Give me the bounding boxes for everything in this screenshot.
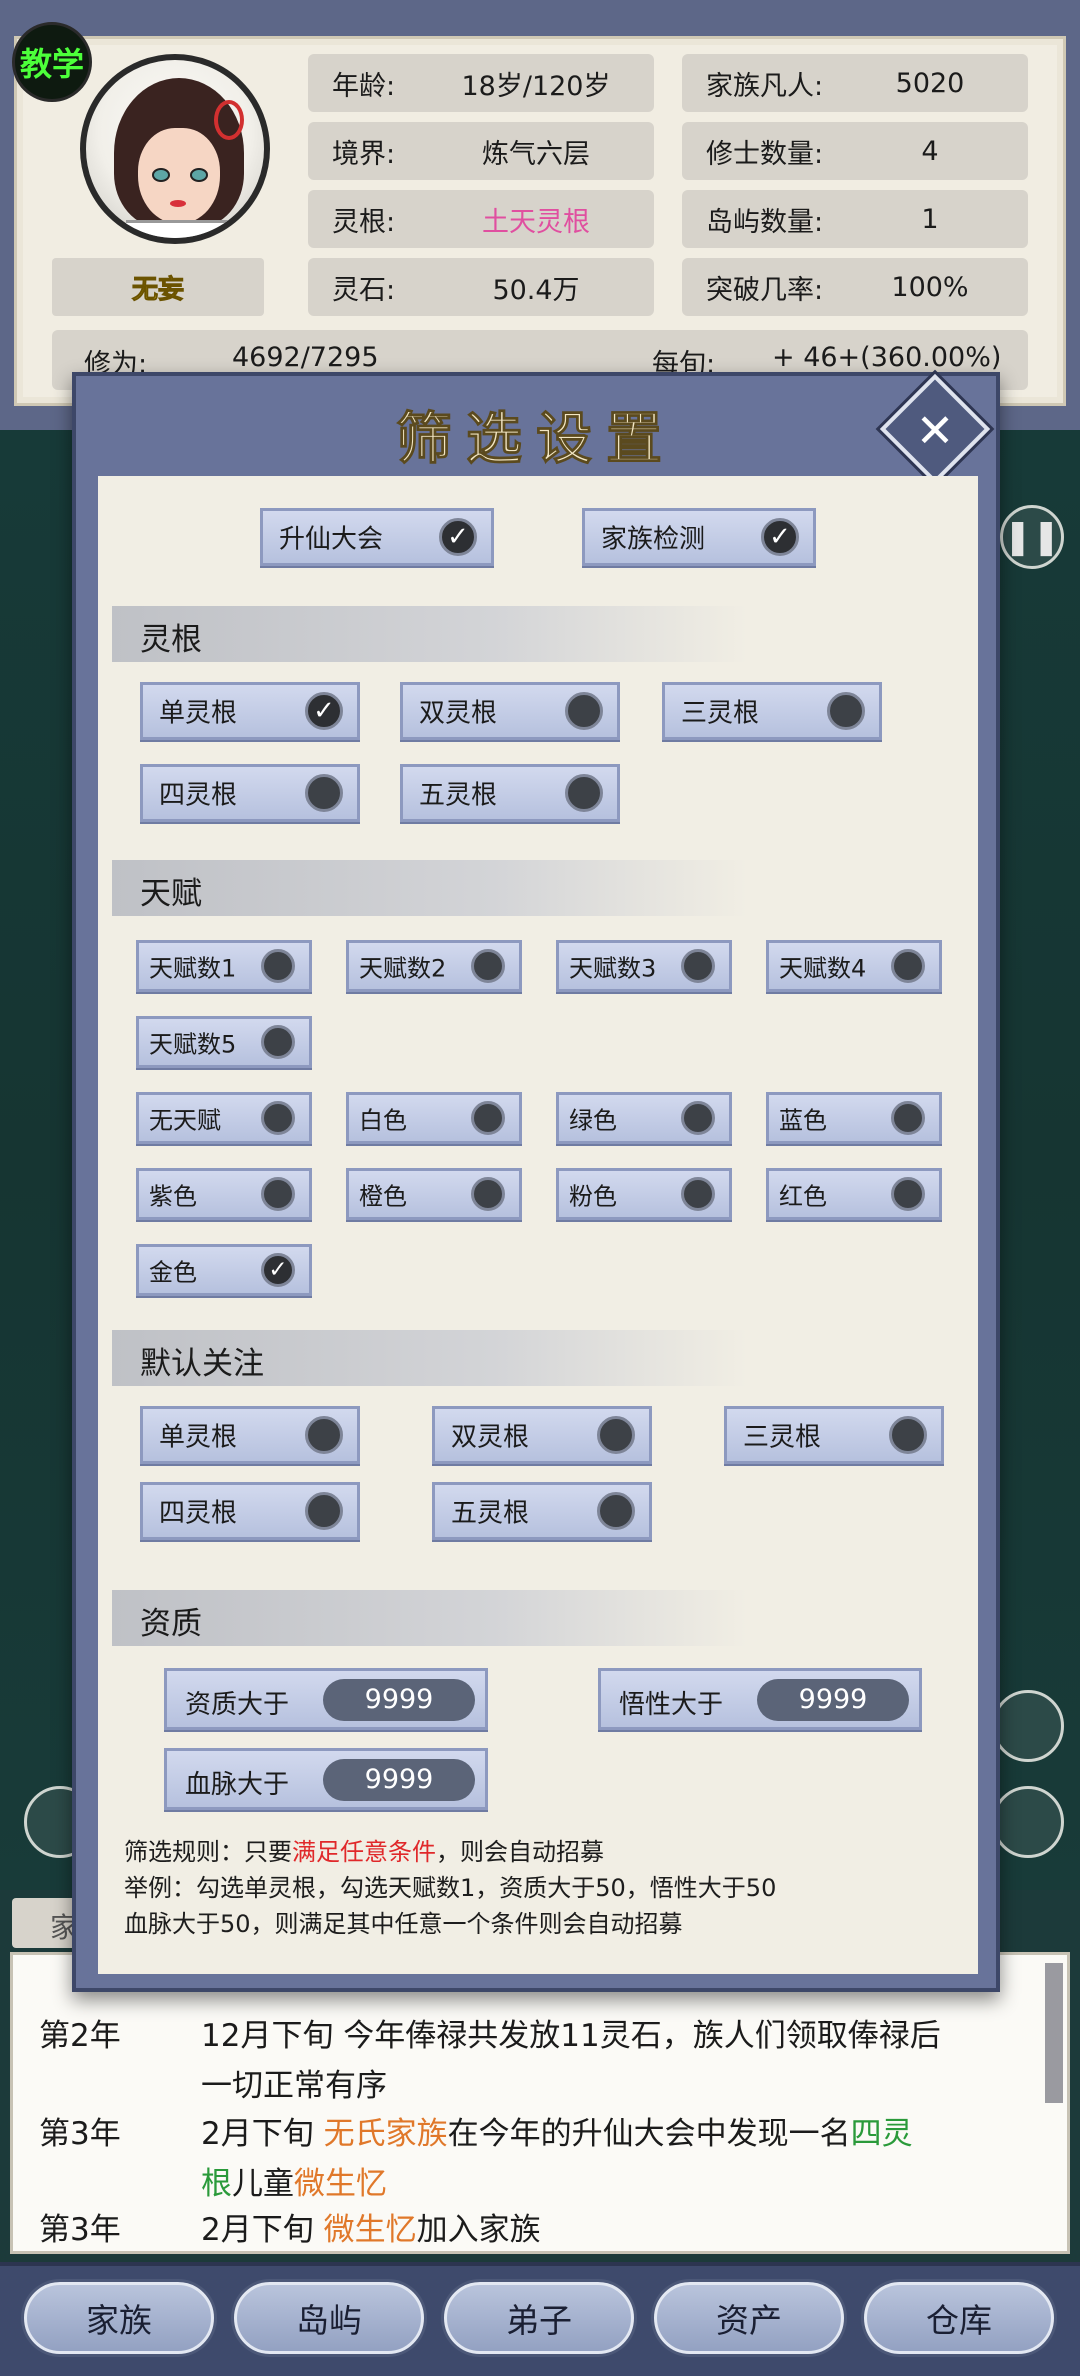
stat-spirit-stones: 灵石: 50.4万 [308,258,654,316]
unchecked-icon [305,1416,343,1454]
aptitude-min-field[interactable]: 资质大于 9999 [164,1668,488,1730]
nav-assets-button[interactable]: 资产 [654,2282,844,2354]
option-quad-root[interactable]: 四灵根 [140,764,360,822]
dialog-body: 升仙大会 ✓ 家族检测 ✓ 灵根 单灵根 ✓ 双灵根 三灵根 四灵根 五灵根 天赋 天… [98,476,978,1974]
option-penta-root[interactable]: 五灵根 [400,764,620,822]
check-icon: ✓ [305,692,343,730]
aptitude-value[interactable]: 9999 [323,1679,475,1721]
unchecked-icon [565,774,603,812]
nav-island-button[interactable]: 岛屿 [234,2282,424,2354]
unchecked-icon [261,949,295,983]
unchecked-icon [889,1416,927,1454]
unchecked-icon [597,1492,635,1530]
option-no-talent[interactable]: 无天赋 [136,1092,312,1144]
nav-disciples-button[interactable]: 弟子 [444,2282,634,2354]
check-icon: ✓ [761,518,799,556]
check-icon: ✓ [261,1253,295,1287]
stat-breakthrough-chance: 突破几率: 100% [682,258,1028,316]
bloodline-value[interactable]: 9999 [323,1759,475,1801]
stat-cultivator-count: 修士数量: 4 [682,122,1028,180]
event-log[interactable]: 第2年 12月下旬 今年俸禄共发放11灵石，族人们领取俸禄后 一切正常有序 第3年… [10,1952,1070,2254]
option-triple-root[interactable]: 三灵根 [662,682,882,740]
unchecked-icon [261,1025,295,1059]
unchecked-icon [597,1416,635,1454]
option-single-root[interactable]: 单灵根 ✓ [140,682,360,740]
unchecked-icon [827,692,865,730]
unchecked-icon [305,1492,343,1530]
player-name: 无妄 [52,258,264,316]
option-talent-2[interactable]: 天赋数2 [346,940,522,992]
stat-age: 年龄: 18岁/120岁 [308,54,654,112]
option-double-root[interactable]: 双灵根 [400,682,620,740]
unchecked-icon [891,1101,925,1135]
mountain-icon[interactable] [992,1690,1064,1762]
pause-icon: ❚❚ [1003,517,1061,557]
option-talent-5[interactable]: 天赋数5 [136,1016,312,1068]
rules-line-2: 举例：勾选单灵根，勾选天赋数1，资质大于50，悟性大于50 [124,1874,777,1902]
close-icon: ✕ [915,403,955,458]
unchecked-icon [305,774,343,812]
dialog-title: 筛选设置 [396,406,676,473]
focus-single-root[interactable]: 单灵根 [140,1406,360,1464]
nav-family-button[interactable]: 家族 [24,2282,214,2354]
focus-quad-root[interactable]: 四灵根 [140,1482,360,1540]
comprehension-value[interactable]: 9999 [757,1679,909,1721]
option-talent-3[interactable]: 天赋数3 [556,940,732,992]
stat-island-count: 岛屿数量: 1 [682,190,1028,248]
unchecked-icon [471,1177,505,1211]
unchecked-icon [261,1177,295,1211]
toggle-family-detection[interactable]: 家族检测 ✓ [582,508,816,566]
check-icon: ✓ [439,518,477,556]
comprehension-min-field[interactable]: 悟性大于 9999 [598,1668,922,1730]
option-gold[interactable]: 金色 ✓ [136,1244,312,1296]
option-pink[interactable]: 粉色 [556,1168,732,1220]
option-talent-1[interactable]: 天赋数1 [136,940,312,992]
unchecked-icon [565,692,603,730]
unchecked-icon [261,1101,295,1135]
rules-line-3: 血脉大于50，则满足其中任意一个条件则会自动招募 [124,1910,683,1938]
stat-family-mortals: 家族凡人: 5020 [682,54,1028,112]
unchecked-icon [681,1101,715,1135]
player-avatar[interactable] [80,54,270,244]
section-aptitude: 资质 [112,1590,748,1646]
option-orange[interactable]: 橙色 [346,1168,522,1220]
section-default-focus: 默认关注 [112,1330,748,1386]
tutorial-button[interactable]: 教学 [12,22,92,102]
option-purple[interactable]: 紫色 [136,1168,312,1220]
stat-realm: 境界: 炼气六层 [308,122,654,180]
focus-penta-root[interactable]: 五灵根 [432,1482,652,1540]
toggle-ascension-meet[interactable]: 升仙大会 ✓ [260,508,494,566]
section-spirit-root: 灵根 [112,606,748,662]
nav-warehouse-button[interactable]: 仓库 [864,2282,1054,2354]
option-talent-4[interactable]: 天赋数4 [766,940,942,992]
gear-icon[interactable] [992,1786,1064,1858]
unchecked-icon [471,949,505,983]
unchecked-icon [681,1177,715,1211]
rules-line-1: 筛选规则：只要满足任意条件，则会自动招募 [124,1838,604,1866]
focus-double-root[interactable]: 双灵根 [432,1406,652,1464]
focus-triple-root[interactable]: 三灵根 [724,1406,944,1464]
option-white[interactable]: 白色 [346,1092,522,1144]
bloodline-min-field[interactable]: 血脉大于 9999 [164,1748,488,1810]
unchecked-icon [891,1177,925,1211]
unchecked-icon [681,949,715,983]
unchecked-icon [891,949,925,983]
filter-settings-dialog: 筛选设置 ✕ 升仙大会 ✓ 家族检测 ✓ 灵根 单灵根 ✓ 双灵根 三灵根 四灵根 五… [72,372,1000,1992]
option-blue[interactable]: 蓝色 [766,1092,942,1144]
stat-spirit-root: 灵根: 土天灵根 [308,190,654,248]
unchecked-icon [471,1101,505,1135]
pause-button[interactable]: ❚❚ [1000,505,1064,569]
option-green[interactable]: 绿色 [556,1092,732,1144]
option-red[interactable]: 红色 [766,1168,942,1220]
section-talent: 天赋 [112,860,748,916]
